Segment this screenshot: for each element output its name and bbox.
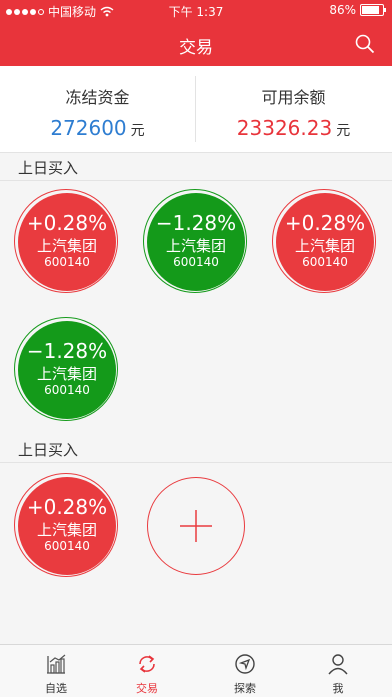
section-divider	[0, 180, 392, 181]
chart-icon	[47, 654, 66, 674]
tab-label: 我	[332, 682, 344, 695]
frozen-funds: 冻结资金 272600 元	[0, 66, 195, 152]
page-title: 交易	[179, 38, 213, 58]
battery-label: 86%	[329, 3, 356, 17]
refresh-icon	[139, 655, 155, 673]
stock-bubble[interactable]: +0.28% 上汽集团 600140	[14, 189, 118, 293]
available-funds-value: 23326.23	[236, 116, 333, 140]
nav-bar: 交易	[0, 22, 392, 66]
tab-explore[interactable]: 探索	[196, 645, 294, 697]
battery-icon	[360, 4, 386, 16]
frozen-funds-label: 冻结资金	[65, 88, 130, 107]
tab-me[interactable]: 我	[289, 645, 387, 697]
plus-icon	[180, 510, 212, 542]
stock-bubble[interactable]: −1.28% 上汽集团 600140	[143, 189, 247, 293]
tab-label: 探索	[234, 682, 256, 695]
tab-label: 交易	[136, 682, 158, 695]
stock-bubble[interactable]: +0.28% 上汽集团 600140	[14, 473, 118, 577]
stock-bubble[interactable]: +0.28% 上汽集团 600140	[272, 189, 376, 293]
user-icon	[328, 654, 348, 675]
tab-bar: 自选 交易 探索 我	[0, 644, 392, 697]
compass-icon	[235, 654, 255, 674]
status-bar: 中国移动 下午 1:37 86%	[0, 0, 392, 22]
available-funds-unit: 元	[336, 123, 351, 139]
tab-watchlist[interactable]: 自选	[7, 645, 105, 697]
tab-trade[interactable]: 交易	[98, 645, 196, 697]
available-funds: 可用余额 23326.23 元	[196, 66, 391, 152]
funds-panel: 冻结资金 272600 元 可用余额 23326.23 元	[0, 66, 392, 153]
battery-area: 86%	[329, 3, 386, 17]
frozen-funds-unit: 元	[130, 123, 145, 139]
available-funds-label: 可用余额	[261, 88, 326, 107]
tab-label: 自选	[45, 682, 67, 695]
section-divider	[0, 462, 392, 463]
frozen-funds-value: 272600	[50, 116, 127, 140]
section-title: 上日买入	[18, 441, 79, 459]
add-stock-button[interactable]	[147, 477, 245, 575]
search-icon[interactable]	[354, 33, 376, 55]
stock-bubble[interactable]: −1.28% 上汽集团 600140	[14, 317, 118, 421]
section-title: 上日买入	[18, 159, 79, 177]
